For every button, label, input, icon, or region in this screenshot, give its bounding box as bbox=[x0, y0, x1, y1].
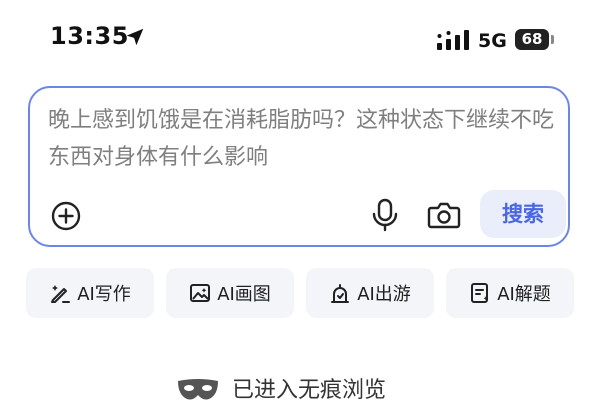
pen-sparkle-icon bbox=[51, 285, 71, 303]
signal-icon bbox=[437, 30, 469, 50]
ai-writing-label: AI写作 bbox=[77, 284, 131, 305]
network-type: 5G bbox=[478, 30, 507, 52]
ai-travel-button[interactable]: AI出游 bbox=[306, 268, 434, 318]
plus-icon[interactable] bbox=[50, 200, 82, 232]
ai-solve-label: AI解题 bbox=[497, 284, 551, 305]
status-time: 13:35 bbox=[50, 22, 129, 50]
travel-icon bbox=[331, 284, 350, 303]
search-button[interactable]: 搜索 bbox=[480, 190, 566, 238]
ai-writing-button[interactable]: AI写作 bbox=[26, 268, 154, 318]
mask-icon bbox=[178, 379, 218, 400]
incognito-label: 已进入无痕浏览 bbox=[232, 378, 387, 403]
microphone-icon[interactable] bbox=[370, 198, 400, 232]
battery-level: 68 bbox=[515, 29, 549, 50]
ai-tools-row: AI写作 AI画图 AI出游 AI解题 bbox=[26, 268, 574, 318]
camera-icon[interactable] bbox=[427, 200, 461, 230]
battery-cap bbox=[551, 35, 554, 44]
ai-drawing-label: AI画图 bbox=[217, 284, 271, 305]
question-doc-icon bbox=[471, 283, 489, 303]
search-query-text[interactable]: 晚上感到饥饿是在消耗脂肪吗？这种状态下继续不吃东西对身体有什么影响 bbox=[48, 102, 558, 176]
ai-solve-button[interactable]: AI解题 bbox=[446, 268, 574, 318]
search-box[interactable]: 晚上感到饥饿是在消耗脂肪吗？这种状态下继续不吃东西对身体有什么影响 搜索 bbox=[28, 86, 570, 247]
ai-travel-label: AI出游 bbox=[357, 284, 411, 305]
location-arrow-icon bbox=[126, 28, 144, 46]
ai-drawing-button[interactable]: AI画图 bbox=[166, 268, 294, 318]
image-sparkle-icon bbox=[190, 284, 211, 302]
